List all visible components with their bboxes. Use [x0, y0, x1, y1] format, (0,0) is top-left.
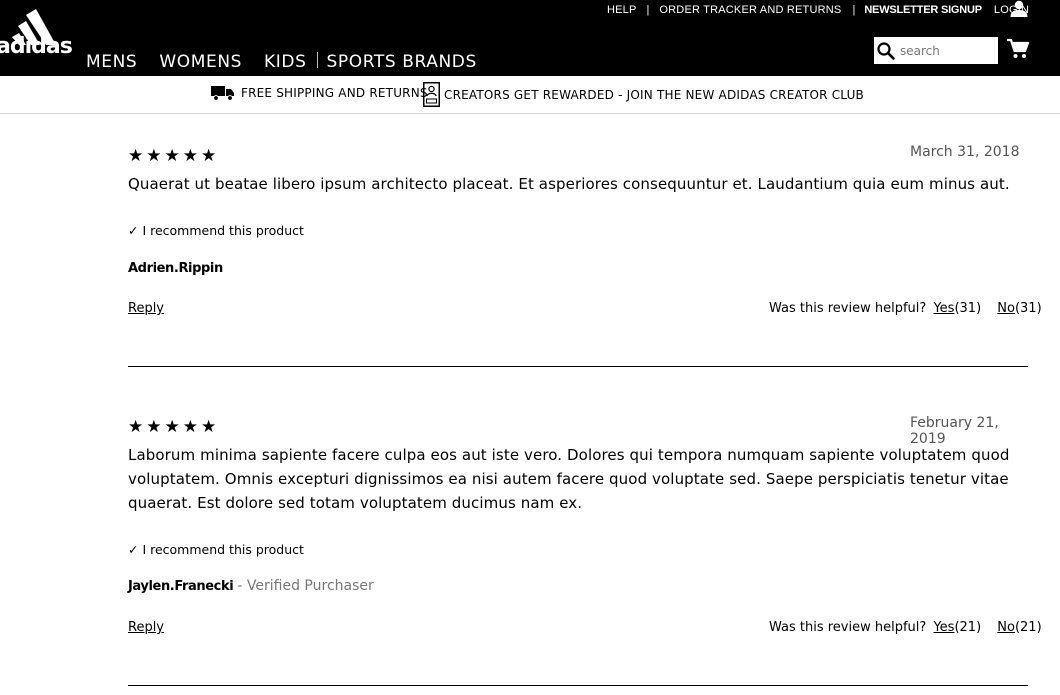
order-tracker-link[interactable]: ORDER TRACKER AND RETURNS	[659, 4, 841, 16]
nav-kids[interactable]: KIDS	[264, 52, 306, 72]
newsletter-signup-link[interactable]: NEWSLETTER SIGNUP	[864, 4, 982, 16]
logo-wordmark: adidas	[0, 34, 73, 59]
nav-womens[interactable]: WOMENS	[159, 52, 242, 72]
author-name: Jaylen.Franecki	[128, 579, 234, 594]
site-header: HELP | ORDER TRACKER AND RETURNS | NEWSL…	[0, 0, 1060, 76]
helpful-yes-count: (21)	[954, 620, 982, 635]
review-card: ★★★★★ March 31, 2018 Quaerat ut beatae l…	[128, 114, 1042, 368]
search-box[interactable]	[874, 37, 998, 64]
review-date: March 31, 2018	[910, 144, 1020, 160]
search-input[interactable]	[900, 39, 994, 62]
nav-divider	[316, 52, 318, 68]
helpful-no-button[interactable]: No	[997, 620, 1015, 635]
nav-mens[interactable]: MENS	[86, 52, 137, 72]
free-shipping-text: FREE SHIPPING AND RETURNS	[241, 85, 428, 100]
separator: |	[646, 4, 650, 16]
star-rating: ★★★★★	[128, 146, 220, 166]
review-divider	[128, 366, 1028, 367]
review-body: Laborum minima sapiente facere culpa eos…	[128, 446, 1010, 512]
helpful-prompt: Was this review helpful?	[769, 301, 927, 316]
cart-icon[interactable]	[1006, 38, 1030, 60]
search-icon[interactable]	[876, 41, 896, 61]
star-rating: ★★★★★	[128, 417, 220, 437]
review-body: Quaerat ut beatae libero ipsum architect…	[128, 175, 1010, 193]
helpful-prompt: Was this review helpful?	[769, 620, 927, 635]
promo-bar: FREE SHIPPING AND RETURNS CREATORS GET R…	[0, 76, 1060, 114]
helpful-no-count: (31)	[1014, 301, 1042, 316]
help-link[interactable]: HELP	[607, 4, 637, 16]
helpful-yes-button[interactable]: Yes	[933, 620, 954, 635]
creator-club-promo[interactable]: CREATORS GET REWARDED - JOIN THE NEW ADI…	[423, 82, 864, 107]
truck-icon	[211, 86, 234, 101]
recommend-note: ✓ I recommend this product	[128, 542, 304, 557]
user-icon[interactable]	[1010, 0, 1028, 18]
utility-bar: HELP | ORDER TRACKER AND RETURNS | NEWSL…	[607, 0, 1060, 20]
recommend-note: ✓ I recommend this product	[128, 223, 304, 238]
helpful-vote: Was this review helpful? Yes(21) No(21)	[769, 620, 1042, 635]
helpful-no-count: (21)	[1014, 620, 1042, 635]
author-name: Adrien.Rippin	[128, 261, 223, 276]
creator-badge-icon	[423, 82, 440, 107]
reply-link[interactable]: Reply	[128, 301, 164, 316]
review-card: ★★★★★ February 21, 2019 Laborum minima s…	[128, 385, 1042, 695]
helpful-vote: Was this review helpful? Yes(31) No(31)	[769, 301, 1042, 316]
helpful-no-button[interactable]: No	[997, 301, 1015, 316]
creator-club-text: CREATORS GET REWARDED - JOIN THE NEW ADI…	[444, 87, 864, 102]
main-nav: MENS WOMENS KIDS SPORTS BRANDS	[86, 51, 477, 72]
free-shipping-promo[interactable]: FREE SHIPPING AND RETURNS	[211, 84, 428, 101]
review-author: Adrien.Rippin	[128, 261, 223, 276]
separator: |	[852, 4, 856, 16]
nav-sports-brands[interactable]: SPORTS BRANDS	[327, 52, 477, 72]
verified-purchaser-badge: - Verified Purchaser	[237, 578, 374, 594]
review-divider	[128, 685, 1028, 686]
review-author: Jaylen.Franecki - Verified Purchaser	[128, 578, 374, 594]
helpful-yes-button[interactable]: Yes	[933, 301, 954, 316]
helpful-yes-count: (31)	[954, 301, 982, 316]
reply-link[interactable]: Reply	[128, 620, 164, 635]
